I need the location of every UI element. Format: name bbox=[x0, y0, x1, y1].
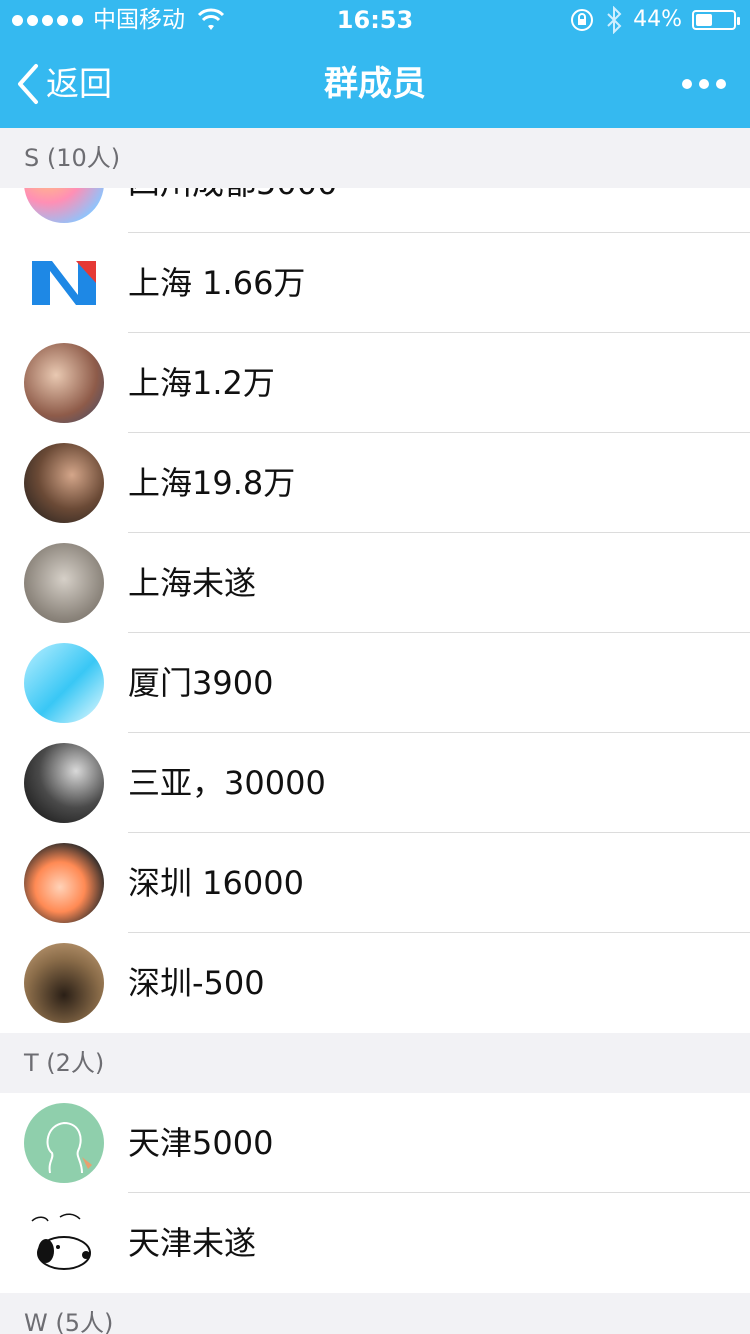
list-item[interactable]: 上海未遂 bbox=[0, 533, 750, 633]
avatar bbox=[24, 443, 104, 523]
avatar bbox=[24, 543, 104, 623]
silhouette-icon bbox=[46, 1121, 92, 1174]
list-item[interactable]: 天津5000 bbox=[0, 1093, 750, 1193]
more-dots-icon[interactable] bbox=[682, 74, 726, 94]
navigation-bar: 返回 群成员 bbox=[0, 40, 750, 128]
member-list: S (10人) 四川成都5000 上海 1.66万 上海 bbox=[0, 128, 750, 1334]
member-name: 深圳-500 bbox=[128, 964, 265, 1002]
page-title: 群成员 bbox=[324, 64, 426, 104]
member-name: 上海未遂 bbox=[128, 564, 257, 602]
snoopy-doodle-icon bbox=[31, 1213, 91, 1270]
list-item[interactable]: 上海19.8万 bbox=[0, 433, 750, 533]
list-item[interactable]: 深圳-500 bbox=[0, 933, 750, 1033]
rotation-lock-icon bbox=[571, 9, 594, 31]
section-header-s: S (10人) bbox=[0, 128, 750, 188]
list-item[interactable]: 三亚，30000 bbox=[0, 733, 750, 833]
member-name: 上海1.2万 bbox=[128, 364, 275, 402]
member-name: 四川成都5000 bbox=[128, 188, 337, 233]
list-item[interactable]: 深圳 16000 bbox=[0, 833, 750, 933]
member-name: 三亚，30000 bbox=[128, 764, 326, 802]
battery-fill bbox=[696, 14, 712, 26]
list-item[interactable]: 上海 1.66万 bbox=[0, 233, 750, 333]
avatar bbox=[24, 343, 104, 423]
brand-logo-icon bbox=[32, 261, 96, 305]
list-item-partial[interactable]: 四川成都5000 bbox=[0, 188, 750, 233]
battery-percent: 44% bbox=[633, 7, 682, 32]
member-name: 上海 1.66万 bbox=[128, 264, 306, 302]
header: 中国移动 16:53 44% 返回 群成员 bbox=[0, 0, 750, 128]
avatar bbox=[24, 243, 104, 323]
status-right: 44% bbox=[569, 0, 740, 40]
avatar bbox=[24, 188, 104, 223]
list-item[interactable]: 天津未遂 bbox=[0, 1193, 750, 1293]
member-name: 天津未遂 bbox=[128, 1224, 257, 1262]
list-item[interactable]: 厦门3900 bbox=[0, 633, 750, 733]
status-bar: 中国移动 16:53 44% bbox=[0, 0, 750, 40]
avatar bbox=[24, 943, 104, 1023]
member-name: 天津5000 bbox=[128, 1124, 274, 1162]
avatar bbox=[24, 1203, 104, 1283]
avatar bbox=[24, 743, 104, 823]
bluetooth-icon bbox=[607, 6, 622, 34]
section-header-t: T (2人) bbox=[0, 1033, 750, 1093]
avatar bbox=[24, 843, 104, 923]
member-name: 深圳 16000 bbox=[128, 864, 304, 902]
section-header-w: W (5人) bbox=[0, 1293, 750, 1334]
group-members-screen: 中国移动 16:53 44% 返回 群成员 S (10人) 上海 1.66万 上… bbox=[0, 0, 750, 1334]
member-name: 厦门3900 bbox=[128, 664, 274, 702]
member-name: 上海19.8万 bbox=[128, 464, 296, 502]
battery-icon bbox=[692, 10, 740, 30]
avatar bbox=[24, 1103, 104, 1183]
avatar bbox=[24, 643, 104, 723]
list-item[interactable]: 上海1.2万 bbox=[0, 333, 750, 433]
